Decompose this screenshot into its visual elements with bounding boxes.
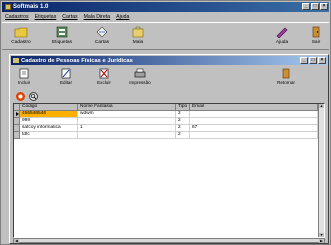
letter-icon (96, 26, 108, 38)
impressao-button[interactable]: Impressão (127, 67, 153, 89)
table-row[interactable]: tdfc 2 (14, 132, 324, 139)
retornar-label: Retornar (277, 80, 295, 85)
ajuda-button[interactable]: Ajuda (268, 25, 296, 49)
child-close-button[interactable]: × (318, 57, 326, 64)
cell-codigo[interactable]: safcoy informatica (20, 125, 78, 132)
mailbag-icon (132, 26, 144, 38)
search-icon[interactable] (29, 92, 38, 101)
horizontal-scrollbar[interactable]: ◀ ▶ (13, 238, 325, 243)
cadastro-label: Cadastro (11, 40, 31, 45)
child-maximize-button[interactable]: □ (309, 57, 317, 64)
col-tipo[interactable]: Tipo (176, 104, 190, 111)
editar-button[interactable]: Editar (53, 67, 79, 89)
editar-label: Editar (59, 80, 72, 85)
cell-codigo[interactable]: 456546546 (20, 111, 78, 118)
menu-cadastros[interactable]: Cadastros (5, 14, 29, 20)
col-email[interactable]: Email (190, 104, 318, 111)
menu-bar: Cadastros Etiquetas Cartas Mala Direta A… (2, 13, 329, 21)
cell-nome[interactable] (78, 132, 176, 139)
scroll-left-icon[interactable]: ◀ (14, 239, 19, 243)
menu-mala-direta[interactable]: Mala Direta (84, 14, 111, 20)
cell-nome[interactable] (78, 118, 176, 125)
child-title: Cadastro de Pessoas Físicas e Jurídicas (21, 57, 133, 64)
title-bar: Softmais 1.0 _ □ × (2, 2, 329, 12)
current-row-arrow-icon (16, 112, 19, 116)
mala-button[interactable]: Mala (124, 25, 152, 49)
main-window: Softmais 1.0 _ □ × Cadastros Etiquetas C… (0, 0, 331, 245)
impressao-label: Impressão (129, 80, 151, 85)
incluir-button[interactable]: Incluir (11, 67, 37, 89)
cell-email[interactable]: 67 (190, 125, 318, 132)
scroll-down-icon[interactable]: ▼ (319, 233, 324, 237)
scroll-up-icon[interactable]: ▲ (319, 104, 324, 108)
stop-icon[interactable] (16, 92, 25, 101)
cell-tipo[interactable]: 2 (176, 118, 190, 125)
cell-email[interactable] (190, 118, 318, 125)
vertical-scrollbar[interactable]: ▲ ▼ (318, 104, 324, 237)
child-toolbar: Incluir Editar Excluir Impressão Retorna… (11, 66, 327, 90)
incluir-label: Incluir (17, 80, 31, 85)
cell-tipo[interactable]: 2 (176, 111, 190, 118)
child-minimize-button[interactable]: _ (300, 57, 308, 64)
edit-icon (61, 68, 71, 79)
delete-icon (99, 68, 109, 79)
mala-label: Mala (132, 40, 144, 45)
row-indicator (14, 132, 20, 139)
folder-icon (14, 27, 28, 38)
scroll-right-icon[interactable]: ▶ (319, 239, 324, 243)
col-codigo[interactable]: Código (20, 104, 78, 111)
cell-codigo[interactable]: 999 (20, 118, 78, 125)
help-icon (276, 27, 288, 38)
cadastro-window: Cadastro de Pessoas Físicas e Jurídicas … (9, 54, 329, 244)
close-button[interactable]: × (320, 3, 328, 10)
grid-header: Código Nome Fantasia Tipo Email (14, 104, 324, 111)
sair-button[interactable]: Sair (302, 25, 330, 49)
excluir-button[interactable]: Excluir (91, 67, 117, 89)
row-indicator (14, 118, 20, 125)
cell-codigo[interactable]: tdfc (20, 132, 78, 139)
printer-icon (134, 68, 146, 78)
row-indicator (14, 125, 20, 132)
row-indicator (14, 111, 20, 118)
menu-cartas[interactable]: Cartas (62, 14, 77, 20)
cell-nome[interactable]: 1 (78, 125, 176, 132)
app-title: Softmais 1.0 (13, 4, 49, 10)
app-icon (5, 4, 11, 10)
records-grid[interactable]: Código Nome Fantasia Tipo Email 45654654… (13, 103, 325, 238)
cell-email[interactable] (190, 132, 318, 139)
exit-door-icon (312, 26, 320, 38)
labels-icon (56, 26, 68, 38)
cell-tipo[interactable]: 2 (176, 125, 190, 132)
cartas-button[interactable]: Cartas (88, 25, 116, 49)
cell-email[interactable] (190, 111, 318, 118)
col-nome-fantasia[interactable]: Nome Fantasia (78, 104, 176, 111)
etiquetas-label: Etiquetas (51, 40, 72, 45)
cartas-label: Cartas (94, 40, 110, 45)
new-record-icon (19, 68, 29, 79)
main-toolbar: Cadastro Etiquetas Cartas Mala Ajuda Sai… (2, 22, 329, 50)
cadastro-button[interactable]: Cadastro (7, 25, 35, 49)
menu-ajuda[interactable]: Ajuda (116, 14, 129, 20)
return-door-icon (282, 68, 290, 79)
header-indicator (14, 104, 20, 111)
retornar-button[interactable]: Retornar (273, 67, 299, 89)
child-window-icon (13, 58, 19, 63)
table-row[interactable]: 999 2 (14, 118, 324, 125)
sair-label: Sair (311, 40, 321, 45)
cell-tipo[interactable]: 2 (176, 132, 190, 139)
maximize-button[interactable]: □ (311, 3, 319, 10)
ajuda-label: Ajuda (275, 40, 289, 45)
child-title-bar: Cadastro de Pessoas Físicas e Jurídicas … (11, 56, 327, 65)
table-row[interactable]: 456546546 wdwm 2 (14, 111, 324, 118)
cell-nome[interactable]: wdwm (78, 111, 176, 118)
etiquetas-button[interactable]: Etiquetas (48, 25, 76, 49)
menu-etiquetas[interactable]: Etiquetas (35, 14, 57, 20)
nav-row (11, 91, 327, 102)
minimize-button[interactable]: _ (302, 3, 310, 10)
table-row[interactable]: safcoy informatica 1 2 67 (14, 125, 324, 132)
excluir-label: Excluir (97, 80, 111, 85)
